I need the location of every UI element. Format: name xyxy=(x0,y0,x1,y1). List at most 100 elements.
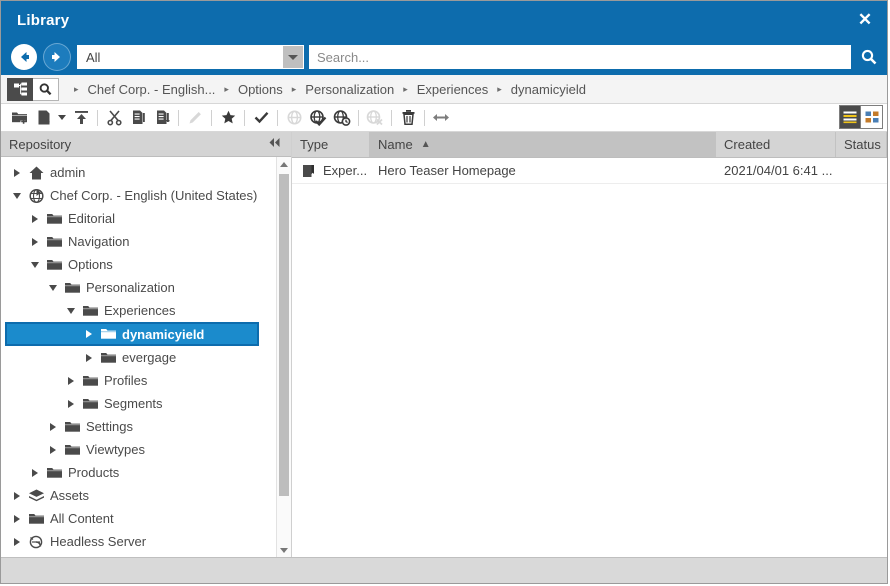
breadcrumb-toggles xyxy=(7,78,59,101)
breadcrumb-item-4[interactable]: dynamicyield xyxy=(511,82,586,97)
toolbar-divider xyxy=(211,110,212,126)
tree-item-dynamicyield[interactable]: dynamicyield xyxy=(5,322,259,346)
tree-item-all-content[interactable]: All Content xyxy=(1,507,277,530)
search-icon[interactable] xyxy=(851,40,887,74)
chevron-down-icon[interactable] xyxy=(283,46,303,68)
repository-title: Repository xyxy=(9,137,71,152)
star-icon[interactable] xyxy=(216,106,240,130)
tree-item-settings[interactable]: Settings xyxy=(1,415,277,438)
copy-icon[interactable] xyxy=(126,106,150,130)
scrollbar-thumb[interactable] xyxy=(279,174,289,496)
list-view-icon[interactable] xyxy=(839,105,861,129)
layers-icon xyxy=(25,488,47,504)
paste-icon[interactable] xyxy=(150,106,174,130)
column-created[interactable]: Created xyxy=(716,132,836,157)
column-status[interactable]: Status xyxy=(836,132,887,157)
cell-type: Exper... xyxy=(292,163,370,179)
folder-icon xyxy=(61,442,83,458)
tree-icon[interactable] xyxy=(7,78,33,101)
chevron-right-icon[interactable] xyxy=(9,492,25,500)
column-label: Type xyxy=(300,137,328,152)
scope-select[interactable]: All xyxy=(77,45,304,69)
tree-item-products[interactable]: Products xyxy=(1,461,277,484)
folder-icon xyxy=(97,350,119,366)
table-row[interactable]: Exper...Hero Teaser Homepage2021/04/01 6… xyxy=(292,158,887,184)
chevron-right-icon[interactable] xyxy=(9,538,25,546)
breadcrumb-item-1[interactable]: Options xyxy=(238,82,283,97)
globe-check-icon[interactable] xyxy=(306,106,330,130)
tree-item-rss-feeds[interactable]: RSS Feeds xyxy=(1,553,277,557)
chevron-right-icon[interactable] xyxy=(9,169,25,177)
tree-item-chef-corp-english-united-states[interactable]: Chef Corp. - English (United States) xyxy=(1,184,277,207)
tree-item-label: Assets xyxy=(47,488,89,503)
tree-item-headless-server[interactable]: Headless Server xyxy=(1,530,277,553)
search-field[interactable] xyxy=(309,45,851,69)
search-icon[interactable] xyxy=(33,78,59,101)
chevron-right-icon[interactable] xyxy=(81,354,97,362)
chevron-down-icon[interactable] xyxy=(27,262,43,268)
scissors-icon[interactable] xyxy=(102,106,126,130)
chevron-down-icon[interactable] xyxy=(45,285,61,291)
chevron-down-icon[interactable] xyxy=(55,106,69,130)
chevron-down-icon[interactable] xyxy=(9,193,25,199)
breadcrumb-item-3[interactable]: Experiences xyxy=(417,82,489,97)
globe-x-icon xyxy=(363,106,387,130)
forward-arrow-icon[interactable] xyxy=(43,43,71,71)
upload-icon[interactable] xyxy=(69,106,93,130)
tree-item-admin[interactable]: admin xyxy=(1,161,277,184)
headless-icon xyxy=(25,534,47,550)
grid-rows: Exper...Hero Teaser Homepage2021/04/01 6… xyxy=(292,158,887,557)
tree-item-experiences[interactable]: Experiences xyxy=(1,299,277,322)
new-folder-icon[interactable] xyxy=(7,106,31,130)
new-document-icon[interactable] xyxy=(31,106,55,130)
close-icon[interactable]: ✕ xyxy=(843,1,887,39)
folder-icon xyxy=(79,303,101,319)
sort-ascending-icon[interactable]: ▲ xyxy=(421,139,431,150)
tree-item-evergage[interactable]: evergage xyxy=(1,346,277,369)
tree-item-segments[interactable]: Segments xyxy=(1,392,277,415)
collapse-left-icon[interactable] xyxy=(268,137,285,151)
tree-item-profiles[interactable]: Profiles xyxy=(1,369,277,392)
chevron-right-icon[interactable] xyxy=(63,400,79,408)
chevron-right-icon[interactable] xyxy=(81,330,97,338)
tree-item-label: Viewtypes xyxy=(83,442,145,457)
horizontal-resize-icon[interactable] xyxy=(429,106,453,130)
column-label: Created xyxy=(724,137,770,152)
scroll-up-icon[interactable] xyxy=(277,157,291,171)
checkmark-icon[interactable] xyxy=(249,106,273,130)
breadcrumb-item-2[interactable]: Personalization xyxy=(305,82,394,97)
tree-item-editorial[interactable]: Editorial xyxy=(1,207,277,230)
column-name[interactable]: Name▲ xyxy=(370,132,716,157)
chevron-right-icon[interactable] xyxy=(27,215,43,223)
tree-item-viewtypes[interactable]: Viewtypes xyxy=(1,438,277,461)
search-input[interactable] xyxy=(309,45,851,69)
chevron-down-icon[interactable] xyxy=(63,308,79,314)
column-type[interactable]: Type xyxy=(292,132,370,157)
folder-icon xyxy=(43,234,65,250)
tree-scrollbar[interactable] xyxy=(276,157,291,557)
tree-item-label: Profiles xyxy=(101,373,147,388)
chevron-right-icon[interactable] xyxy=(27,469,43,477)
back-arrow-icon[interactable] xyxy=(11,44,37,70)
folder-icon xyxy=(61,419,83,435)
tree-item-options[interactable]: Options xyxy=(1,253,277,276)
window-title: Library xyxy=(1,12,69,29)
repository-panel-header: Repository xyxy=(1,132,291,157)
globe-clock-icon[interactable] xyxy=(330,106,354,130)
tree-item-assets[interactable]: Assets xyxy=(1,484,277,507)
chevron-right-icon[interactable] xyxy=(63,377,79,385)
experience-icon xyxy=(300,163,317,179)
chevron-right-icon[interactable] xyxy=(27,238,43,246)
tile-view-icon[interactable] xyxy=(861,105,883,129)
trash-icon[interactable] xyxy=(396,106,420,130)
folder-icon xyxy=(43,465,65,481)
cell-text: Hero Teaser Homepage xyxy=(378,163,516,178)
breadcrumb-item-0[interactable]: Chef Corp. - English... xyxy=(88,82,216,97)
chevron-right-icon[interactable] xyxy=(9,515,25,523)
chevron-right-icon[interactable] xyxy=(45,423,61,431)
tree-item-personalization[interactable]: Personalization xyxy=(1,276,277,299)
tree-item-navigation[interactable]: Navigation xyxy=(1,230,277,253)
tree-item-label: Editorial xyxy=(65,211,115,226)
scroll-down-icon[interactable] xyxy=(277,543,291,557)
chevron-right-icon[interactable] xyxy=(45,446,61,454)
